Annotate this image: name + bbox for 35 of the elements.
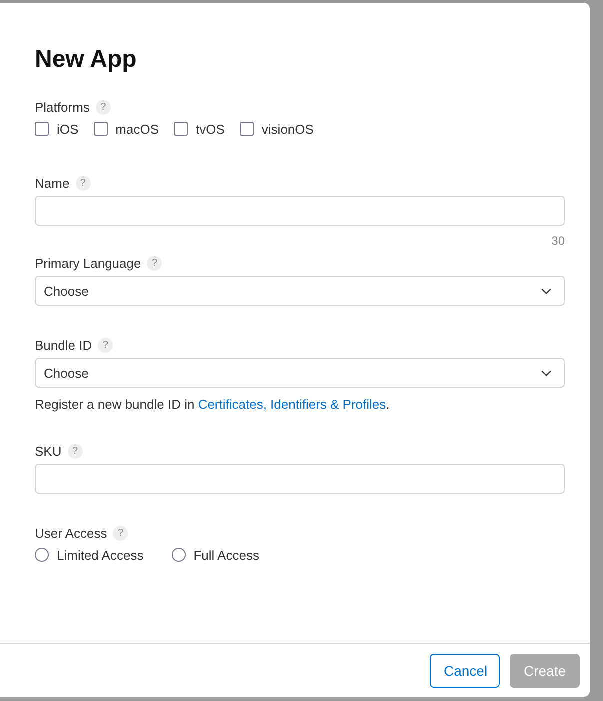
chevron-down-icon xyxy=(541,370,552,376)
radio-button[interactable] xyxy=(172,548,186,562)
checkbox[interactable] xyxy=(174,122,188,136)
help-icon[interactable]: ? xyxy=(96,100,111,114)
help-icon[interactable]: ? xyxy=(98,338,114,352)
help-icon[interactable]: ? xyxy=(113,526,128,540)
field-label: Name xyxy=(35,176,70,190)
help-icon[interactable]: ? xyxy=(147,256,162,270)
text-field[interactable] xyxy=(35,196,565,226)
field-label: Platforms xyxy=(35,100,90,114)
option-label: tvOS xyxy=(196,122,225,136)
field-label: Primary Language xyxy=(35,256,142,270)
field-label: Bundle ID xyxy=(35,338,92,352)
dialog-button[interactable]: Cancel xyxy=(430,654,500,688)
dropdown[interactable]: Choose xyxy=(35,358,565,388)
helper-text: Register a new bundle ID in Certificates, Identifiers & Profiles. xyxy=(35,397,391,412)
option-label: iOS xyxy=(57,122,79,136)
option-label: Full Access xyxy=(194,548,260,562)
radio-button[interactable] xyxy=(35,548,49,562)
checkbox[interactable] xyxy=(35,122,49,136)
help-icon[interactable]: ? xyxy=(68,444,83,458)
field-label: SKU xyxy=(35,444,62,458)
help-icon[interactable]: ? xyxy=(76,176,91,190)
field-label: User Access xyxy=(35,526,108,540)
dialog-title: New App xyxy=(35,46,138,74)
character-counter: 30 xyxy=(550,234,565,248)
link[interactable]: Certificates, Identifiers & Profiles xyxy=(198,397,386,412)
dropdown[interactable]: Choose xyxy=(35,276,565,306)
option-label: macOS xyxy=(116,122,160,136)
text-field[interactable] xyxy=(35,464,565,494)
checkbox[interactable] xyxy=(240,122,254,136)
option-label: visionOS xyxy=(262,122,314,136)
chevron-down-icon xyxy=(541,288,552,294)
option-label: Limited Access xyxy=(57,548,144,562)
checkbox[interactable] xyxy=(94,122,108,136)
